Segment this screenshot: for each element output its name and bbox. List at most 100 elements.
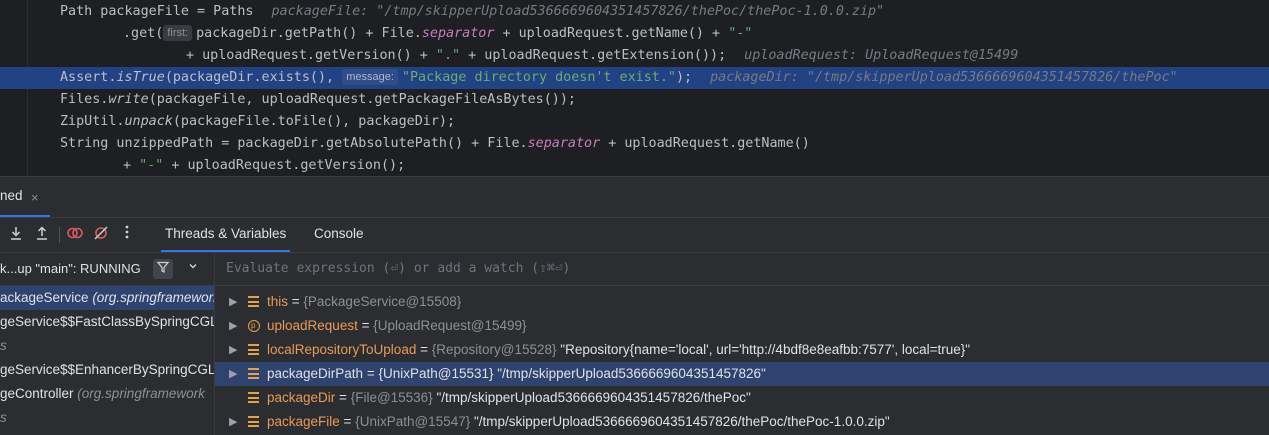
variable-type: {File@15536} [350,390,433,405]
code-line[interactable]: String unzippedPath = packageDir.getAbso… [0,133,1269,155]
more-options-icon[interactable] [117,225,137,245]
tab-threads-variables[interactable]: Threads & Variables [160,226,291,252]
chevron-right-icon[interactable]: ▶ [229,290,237,314]
code-text: + uploadRequest.getName() [600,136,810,151]
variable-name: packageDir [267,390,336,405]
code-string: "-" [728,26,753,41]
variable-row[interactable]: ▶ this = {PackageService@15508} [215,290,1269,314]
variable-type: {PackageService@15508} [303,294,462,309]
close-session-icon[interactable]: × [31,190,39,205]
variable-row-selected[interactable]: ▶ packageDirPath = {UnixPath@15531} "/tm… [215,362,1269,386]
code-method: isTrue [116,70,165,85]
code-method: unpack [124,114,173,129]
code-text: Files. [60,92,109,107]
evaluate-placeholder: Evaluate expression (⏎) or add a watch (… [226,261,571,276]
stack-frame[interactable]: geService$$FastClassBySpringCGL [0,310,214,334]
current-execution-line[interactable]: Assert.isTrue(packageDir.exists(), messa… [0,67,1269,89]
stack-frame[interactable]: geController (org.springframework [0,382,214,406]
filter-icon[interactable] [153,259,173,279]
code-text: (packageDir.exists(), [164,70,343,85]
variable-row[interactable]: packageDir = {File@15536} "/tmp/skipperU… [215,386,1269,410]
frames-pane: k...up "main": RUNNING ackageService (or… [0,253,215,435]
code-field: separator [421,26,495,41]
code-text: (packageFile.toFile(), packageDir); [172,114,456,129]
variables-pane: Evaluate expression (⏎) or add a watch (… [215,253,1269,435]
code-method: write [108,92,149,107]
frame-package: (org.springframework. [88,290,214,305]
variable-type: {UnixPath@15547} [355,414,471,429]
chevron-right-icon[interactable]: ▶ [229,314,237,338]
code-line[interactable]: .get(first: packageDir.getPath() + File.s… [0,23,1269,45]
frame-method: s [0,410,7,425]
tab-console[interactable]: Console [314,226,364,252]
code-text: Path packageFile = Paths [60,4,254,19]
frame-method: geService$$EnhancerBySpringCGL [0,362,214,377]
parameter-hint: message: [342,69,398,85]
variable-value: "Repository{name='local', url='http://4b… [560,342,971,357]
code-string: "." [435,48,461,63]
debug-tool-window: ned × Threads & Variables Console k...up… [0,176,1269,435]
view-breakpoints-icon[interactable] [65,225,85,245]
stack-frame[interactable]: s [0,334,214,358]
chevron-right-icon[interactable]: ▶ [229,410,237,434]
code-text: (packageFile, uploadRequest.getPackageFi… [148,92,576,107]
code-text: + uploadRequest.getName() + [494,26,729,41]
field-icon [248,368,259,379]
code-editor[interactable]: Path packageFile = Paths packageFile: "/t… [0,0,1269,176]
frame-method: geController [0,386,74,401]
variable-name: this [267,294,289,309]
step-out-icon[interactable] [32,225,52,245]
frame-method: geService$$FastClassBySpringCGL [0,314,214,329]
chevron-right-icon[interactable]: ▶ [229,338,237,362]
frame-method: s [0,338,7,353]
field-icon [248,392,259,403]
field-icon [248,296,259,307]
code-text: Assert. [60,70,117,85]
thread-label: k...up "main": RUNNING [0,261,141,276]
inline-debug-value: uploadRequest: UploadRequest@15499 [744,48,1019,63]
stack-frame[interactable]: geService$$EnhancerBySpringCGL [0,358,214,382]
field-icon [248,416,259,427]
variable-row[interactable]: ▶ uploadRequest = {UploadRequest@15499} [215,314,1269,338]
code-string: "-" [139,158,164,173]
thread-selector[interactable]: k...up "main": RUNNING [0,253,214,286]
variable-name: packageDirPath [267,366,364,381]
code-text: + uploadRequest.getVersion(); [163,158,406,173]
debug-session-label: ned [0,188,23,203]
code-text: + uploadRequest.getExtension()); [460,48,727,63]
variable-value: "/tmp/skipperUpload5366669604351457826" [497,366,766,381]
variable-value: "/tmp/skipperUpload5366669604351457826/t… [436,390,751,405]
variable-row[interactable]: ▶ localRepositoryToUpload = {Repository@… [215,338,1269,362]
parameter-hint: first: [163,25,193,41]
debug-session-tab[interactable]: ned [0,177,50,217]
evaluate-expression-input[interactable]: Evaluate expression (⏎) or add a watch (… [215,253,1269,286]
step-into-icon[interactable] [6,225,26,245]
stack-frame[interactable]: s [0,406,214,430]
variable-type: {UnixPath@15531} [378,366,494,381]
code-text: String unzippedPath = packageDir.getAbso… [60,136,528,151]
code-text: .get( [123,26,164,41]
frame-method: ackageService [0,290,89,305]
inline-debug-value: packageFile: "/tmp/skipperUpload53666696… [271,4,885,19]
code-field: separator [527,136,601,151]
chevron-down-icon[interactable] [188,260,198,274]
toolbar-separator [59,227,60,243]
mute-breakpoints-icon[interactable] [91,225,111,245]
code-text: ZipUtil. [60,114,125,129]
code-text: ); [676,70,693,85]
code-line[interactable]: Path packageFile = Paths packageFile: "/t… [0,1,1269,23]
variable-row[interactable]: ▶ packageFile = {UnixPath@15547} "/tmp/s… [215,410,1269,434]
code-line[interactable]: Files.write(packageFile, uploadRequest.g… [0,89,1269,111]
code-text: + [123,158,140,173]
stack-frame[interactable]: ackageService (org.springframework. [0,286,214,310]
code-line[interactable]: + uploadRequest.getVersion() + "." + upl… [0,45,1269,67]
chevron-right-icon[interactable]: ▶ [229,362,237,386]
variable-type: {UploadRequest@15499} [373,318,527,333]
inline-debug-value: packageDir: "/tmp/skipperUpload536666960… [710,70,1178,85]
code-text: packageDir.getPath() + File. [196,26,422,41]
code-line[interactable]: + "-" + uploadRequest.getVersion(); [0,155,1269,176]
code-string: "Package directory doesn't exist." [401,70,676,85]
code-line[interactable]: ZipUtil.unpack(packageFile.toFile(), pac… [0,111,1269,133]
variable-value: "/tmp/skipperUpload5366669604351457826/t… [474,414,890,429]
debug-toolbar: Threads & Variables Console [0,218,1269,252]
